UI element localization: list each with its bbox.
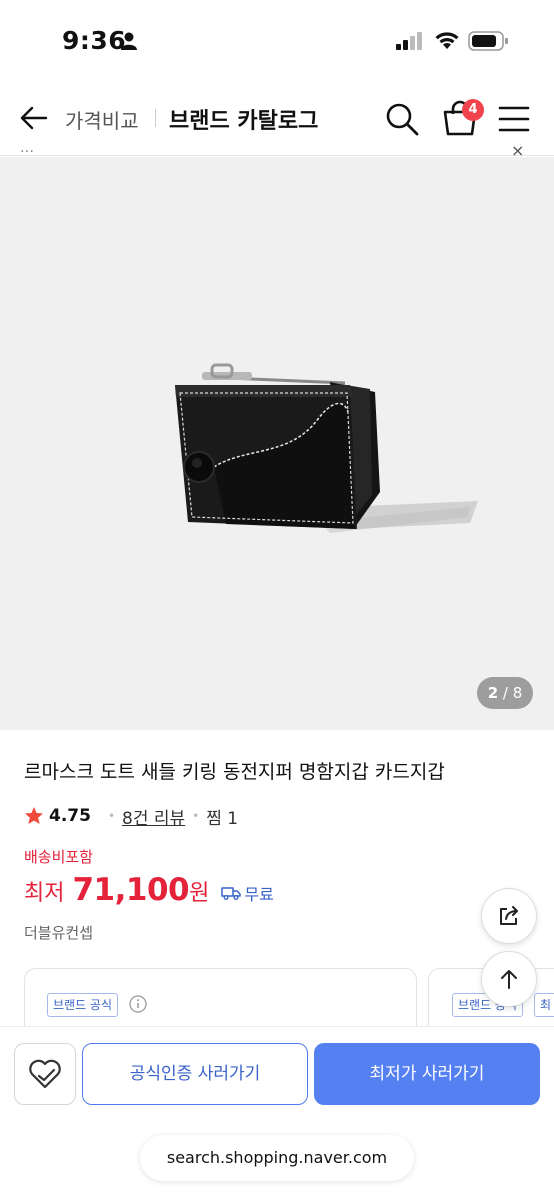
- breadcrumb-divider: [155, 109, 156, 127]
- wifi-icon: [435, 32, 459, 49]
- notice-close-icon[interactable]: ×: [511, 141, 524, 158]
- battery-icon: [468, 31, 508, 51]
- hamburger-menu-icon[interactable]: [498, 104, 530, 134]
- breadcrumb-price-compare[interactable]: 가격비교: [65, 105, 139, 134]
- cart-count-badge: 4: [462, 99, 484, 121]
- separator-dot: •: [107, 809, 116, 823]
- arrow-up-icon: [501, 970, 517, 989]
- scroll-to-top-button[interactable]: [481, 951, 537, 1007]
- bottom-action-bar: 공식인증 사러가기 최저가 사러가기: [0, 1026, 554, 1121]
- signal-icon: [396, 32, 422, 50]
- product-photo-wallet: [175, 363, 478, 533]
- rating-row: 4.75 • 8건 리뷰 • 찜 1: [24, 804, 239, 829]
- price-prefix: 최저: [24, 881, 65, 906]
- free-shipping: 무료: [221, 881, 274, 905]
- status-bar: 9:36: [0, 0, 554, 84]
- price-unit: 원: [189, 881, 210, 906]
- search-icon[interactable]: [384, 101, 420, 137]
- lowest-price-buy-button[interactable]: 최저가 사러가기: [314, 1043, 540, 1105]
- page-title: 브랜드 카탈로그: [169, 109, 319, 134]
- heart-check-icon: [29, 1059, 61, 1089]
- share-icon: [500, 906, 518, 925]
- lowest-tag: 최: [534, 993, 554, 1017]
- rating-value: 4.75: [49, 806, 91, 826]
- product-title: 르마스크 도트 새들 키링 동전지퍼 명함지갑 카드지갑: [24, 761, 445, 783]
- separator-dot: •: [192, 809, 200, 823]
- price-row: 최저 71,100 원 무료: [24, 872, 274, 908]
- status-time: 9:36: [62, 26, 127, 55]
- notice-text: …: [20, 140, 34, 156]
- share-button[interactable]: [481, 888, 537, 944]
- wishlist-button[interactable]: [14, 1043, 76, 1105]
- brand-official-tag: 브랜드 공식: [47, 993, 119, 1017]
- image-counter: 2 / 8: [477, 677, 533, 709]
- lowest-price: 71,100: [72, 872, 190, 908]
- info-icon[interactable]: [129, 995, 147, 1013]
- official-buy-button[interactable]: 공식인증 사러가기: [82, 1043, 308, 1105]
- star-icon: [25, 807, 43, 824]
- review-count-link[interactable]: 8건 리뷰: [122, 804, 185, 829]
- product-image-carousel[interactable]: 2 / 8: [0, 157, 554, 730]
- delivery-truck-icon: [221, 887, 242, 900]
- seller-name[interactable]: 더블유컨셉: [24, 922, 93, 943]
- person-icon: [121, 32, 137, 50]
- notice-banner: … ×: [0, 140, 554, 158]
- browser-url-bar[interactable]: search.shopping.naver.com: [140, 1135, 414, 1181]
- back-arrow-icon[interactable]: [18, 102, 50, 134]
- wish-count: 찜 1: [206, 808, 239, 829]
- shipping-included-label: 배송비포함: [24, 848, 94, 866]
